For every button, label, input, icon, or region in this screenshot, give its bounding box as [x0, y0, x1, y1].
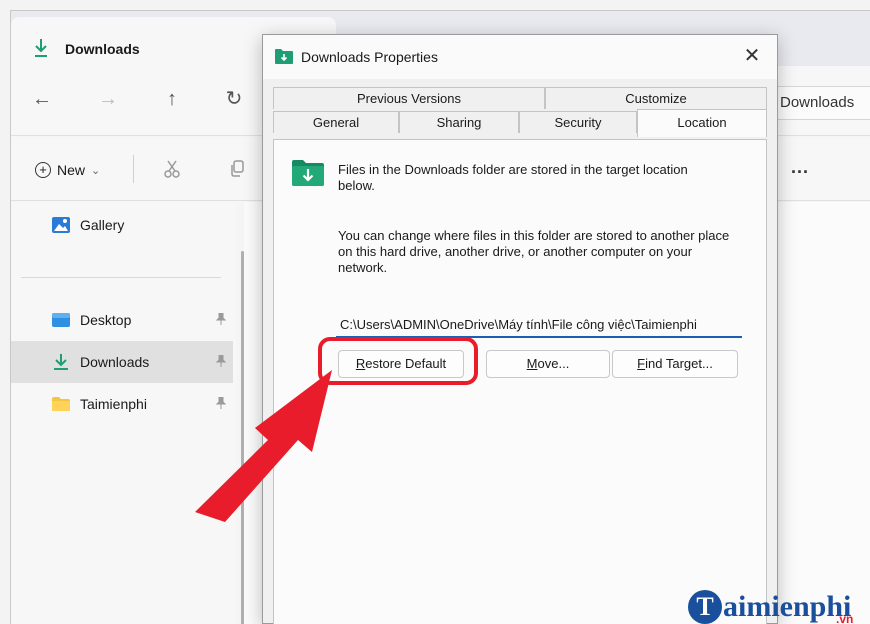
- location-description: Files in the Downloads folder are stored…: [338, 162, 688, 193]
- sidebar-item-downloads[interactable]: Downloads: [11, 341, 233, 383]
- tab-location[interactable]: Location: [637, 109, 767, 137]
- new-button-label: New: [57, 162, 86, 178]
- sidebar-item-label: Desktop: [80, 312, 132, 328]
- cut-icon[interactable]: [163, 159, 181, 179]
- new-button[interactable]: + New ⌄: [35, 159, 100, 181]
- sidebar-item-label: Downloads: [80, 354, 150, 370]
- explorer-tab-title: Downloads: [65, 41, 140, 57]
- tab-general[interactable]: General: [273, 111, 399, 133]
- move-label: ove...: [537, 356, 570, 371]
- refresh-icon[interactable]: ↻: [223, 88, 245, 110]
- forward-arrow-icon[interactable]: →: [97, 88, 119, 110]
- up-arrow-icon[interactable]: ↑: [161, 88, 183, 110]
- watermark-text: aimienphi: [723, 590, 852, 623]
- tab-sharing[interactable]: Sharing: [399, 111, 519, 133]
- restore-default-highlight: [318, 337, 478, 385]
- folder-download-icon: [292, 160, 324, 186]
- find-target-label: ind Target...: [645, 356, 713, 371]
- chevron-down-icon: ⌄: [91, 164, 101, 177]
- find-target-button[interactable]: Find Target...: [612, 350, 738, 378]
- sidebar-item-desktop[interactable]: Desktop: [11, 299, 233, 341]
- gallery-icon: [52, 217, 70, 233]
- sidebar-item-gallery[interactable]: Gallery: [11, 204, 233, 246]
- back-arrow-icon[interactable]: ←: [31, 88, 53, 110]
- target-path-field[interactable]: [336, 312, 742, 338]
- desktop-icon: [52, 313, 70, 327]
- find-target-mnemonic: F: [637, 356, 646, 371]
- dialog-title-bar: Downloads Properties ✕: [263, 35, 777, 79]
- download-icon: [35, 39, 47, 57]
- copy-icon[interactable]: [229, 159, 245, 179]
- pin-icon[interactable]: [215, 396, 227, 412]
- tab-previous-versions[interactable]: Previous Versions: [273, 87, 545, 109]
- pin-icon[interactable]: [215, 312, 227, 328]
- tab-security[interactable]: Security: [519, 111, 637, 133]
- tab-customize[interactable]: Customize: [545, 87, 767, 109]
- plus-icon: +: [35, 162, 51, 178]
- move-button[interactable]: Move...: [486, 350, 610, 378]
- address-bar[interactable]: Downloads: [771, 86, 870, 120]
- sidebar-item-label: Taimienphi: [80, 396, 147, 412]
- sidebar-divider: [21, 277, 221, 278]
- pin-icon[interactable]: [215, 354, 227, 370]
- dialog-title: Downloads Properties: [301, 49, 438, 65]
- sidebar-item-taimienphi[interactable]: Taimienphi: [11, 383, 233, 425]
- command-separator: [133, 155, 134, 183]
- close-icon[interactable]: ✕: [741, 45, 763, 67]
- download-icon: [54, 354, 68, 370]
- more-options-icon[interactable]: ...: [791, 157, 809, 178]
- address-text: Downloads: [780, 94, 855, 111]
- move-mnemonic: M: [526, 356, 538, 371]
- taimienphi-watermark: T aimienphi .vn: [688, 578, 854, 624]
- sidebar-item-label: Gallery: [80, 217, 125, 233]
- watermark-logo-mark: T: [688, 590, 722, 624]
- folder-download-icon: [275, 49, 293, 64]
- target-path-input[interactable]: [336, 312, 742, 336]
- navigation-pane: Gallery Desktop Downloads Taimienphi: [11, 202, 236, 624]
- dialog-tabs: Previous Versions Customize General Shar…: [273, 87, 767, 139]
- watermark-suffix: .vn: [836, 612, 854, 624]
- properties-dialog: Downloads Properties ✕ Previous Versions…: [262, 34, 778, 624]
- change-location-description: You can change where files in this folde…: [338, 228, 730, 275]
- folder-icon: [52, 397, 70, 411]
